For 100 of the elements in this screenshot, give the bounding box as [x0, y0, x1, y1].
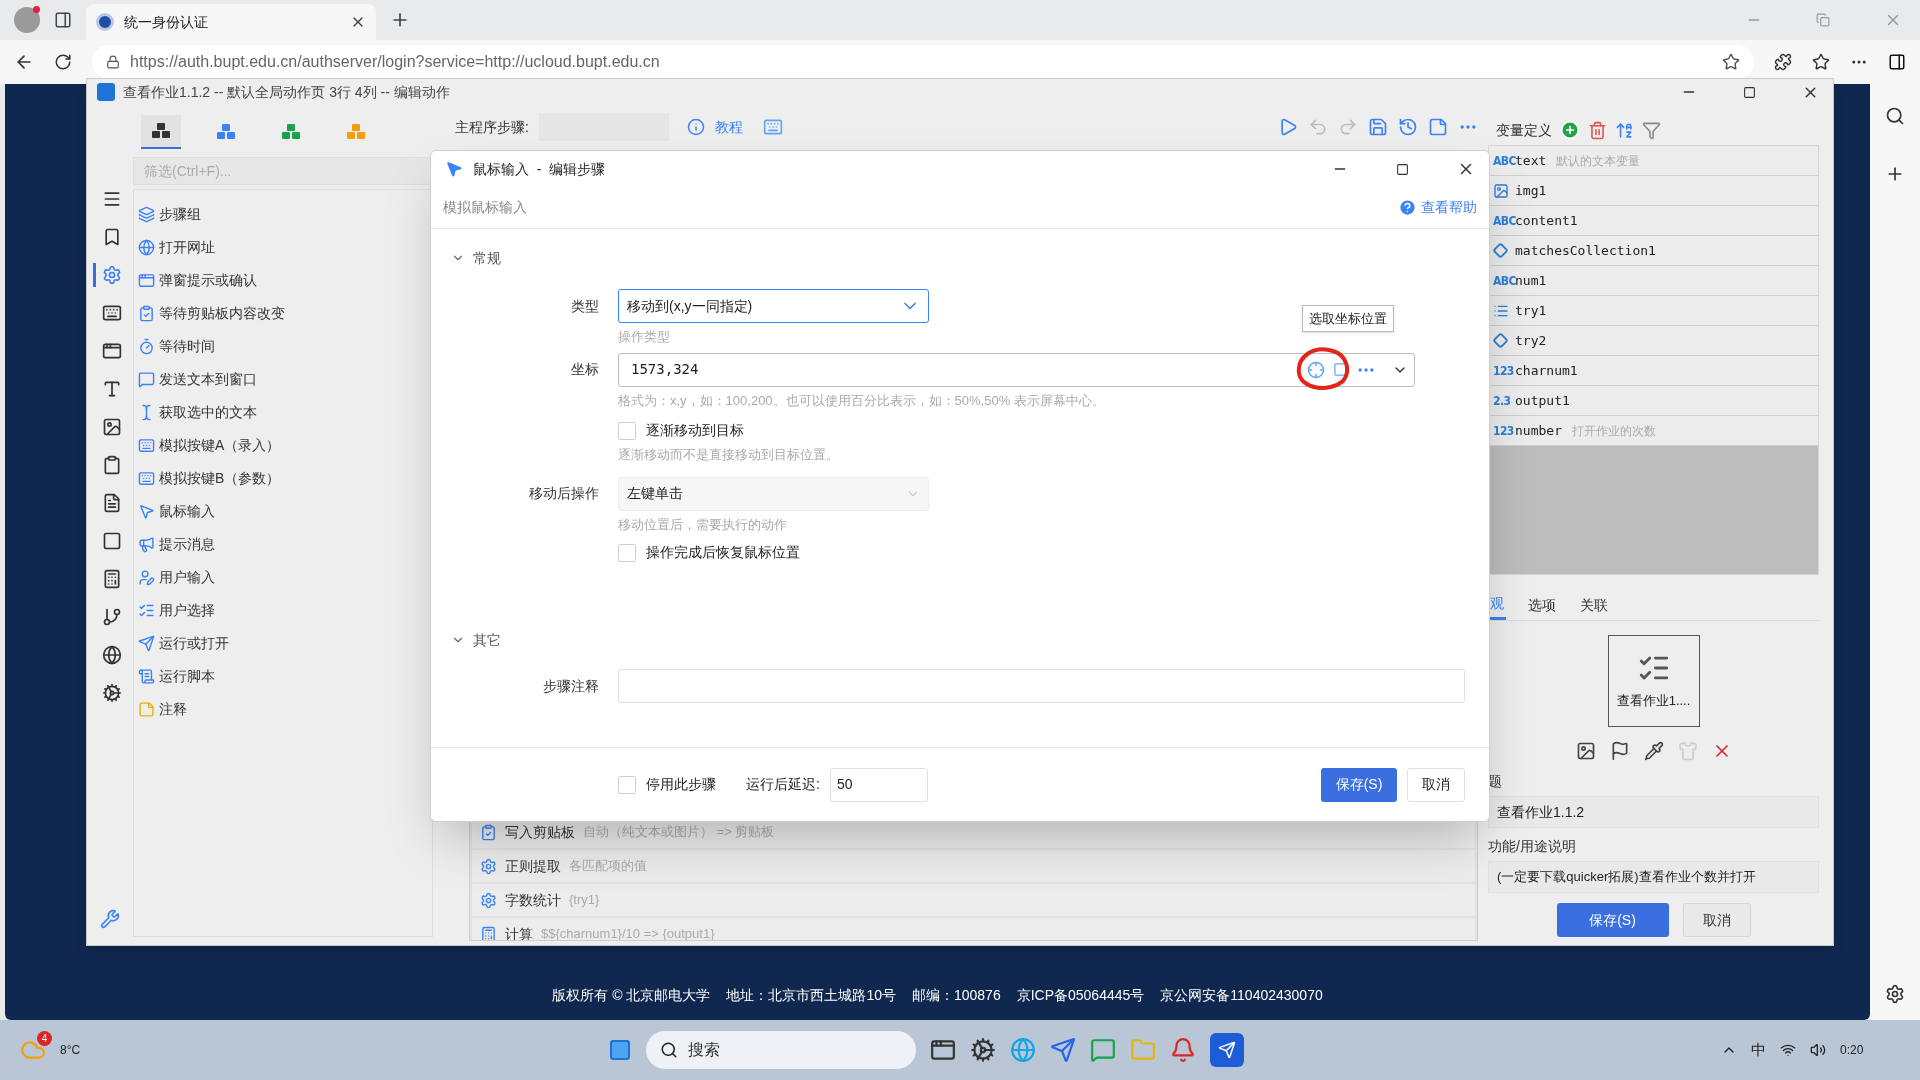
step-type-label: 等待剪贴板内容改变	[159, 304, 285, 323]
step-type-item[interactable]: 用户选择	[138, 594, 432, 627]
variable-row[interactable]: img1	[1489, 176, 1818, 206]
coordinate-field[interactable]: 1573,324	[618, 352, 1415, 387]
action-tile[interactable]: 查看作业1....	[1607, 635, 1700, 727]
step-type-item[interactable]: 模拟按键B（参数）	[138, 462, 432, 495]
settings-icon[interactable]	[1885, 984, 1905, 1004]
wifi-icon[interactable]	[1780, 1042, 1796, 1058]
checkbox[interactable]	[618, 421, 636, 440]
variable-row[interactable]: 2.3 output1	[1489, 386, 1818, 416]
cancel-button[interactable]: 取消	[1407, 767, 1465, 802]
reload-icon[interactable]	[54, 53, 72, 71]
eyedropper-icon[interactable]	[1643, 741, 1664, 761]
field-label: 步骤注释	[542, 676, 599, 696]
checkbox[interactable]	[618, 775, 636, 794]
clipboard-icon	[480, 823, 497, 841]
title-field[interactable]: 查看作业1.1.2	[1488, 796, 1819, 828]
step-type-item[interactable]: 模拟按键A（录入）	[138, 429, 432, 462]
taskbar-search[interactable]: 搜索	[646, 1031, 917, 1069]
image-icon[interactable]	[1575, 741, 1596, 761]
variable-row[interactable]: ABCcontent1	[1489, 206, 1818, 236]
checkbox-label: 逐渐移动到目标	[646, 421, 744, 440]
tab[interactable]: 关联	[1578, 590, 1610, 620]
description-field[interactable]: (一定要下载quicker拓展)查看作业个数并打开	[1488, 861, 1819, 893]
variable-row[interactable]: 123number 打开作业的次数	[1489, 416, 1818, 446]
step-type-item[interactable]: 打开网址	[138, 231, 432, 264]
step-type-item[interactable]: 步骤组	[138, 198, 432, 231]
delay-field[interactable]: 50	[829, 767, 928, 802]
variable-row[interactable]: 123charnum1	[1489, 356, 1818, 386]
step-type-label: 发送文本到窗口	[159, 370, 257, 389]
step-row[interactable]: 字数统计 {try1}	[472, 884, 1475, 916]
type-dropdown[interactable]: 移动到(x,y一同指定)	[618, 289, 929, 323]
sort-icon[interactable]	[1615, 120, 1634, 140]
user-icon	[138, 569, 155, 586]
favorite-icon[interactable]	[1722, 53, 1740, 71]
address-bar[interactable]: https://auth.bupt.edu.cn/authserver/login?service=http://ucloud.bupt.edu.cn	[92, 45, 1754, 79]
extensions-icon[interactable]	[1774, 53, 1792, 71]
step-type-item[interactable]: 等待时间	[138, 330, 432, 363]
help-link[interactable]: 查看帮助	[1421, 197, 1477, 218]
profile-avatar[interactable]	[14, 7, 40, 33]
search-icon[interactable]	[1885, 106, 1905, 126]
tab-actions-icon[interactable]	[54, 11, 72, 29]
tab[interactable]: 选项	[1526, 590, 1558, 620]
step-type-item[interactable]: 弹窗提示或确认	[138, 264, 432, 297]
taskbar-app-icon[interactable]	[970, 1037, 997, 1063]
step-type-item[interactable]: 注释	[138, 693, 432, 726]
save-icon[interactable]	[1368, 117, 1388, 137]
step-type-item[interactable]: 运行脚本	[138, 660, 432, 693]
step-type-item[interactable]: 发送文本到窗口	[138, 363, 432, 396]
ime-indicator[interactable]: 中	[1751, 1038, 1766, 1062]
variable-name: output1	[1515, 391, 1570, 410]
checkbox[interactable]	[618, 543, 636, 562]
save-button[interactable]: 保存(S)	[1556, 903, 1669, 937]
variable-note: 打开作业的次数	[1571, 422, 1656, 440]
favorites-icon[interactable]	[1812, 53, 1830, 71]
sidebar-icon[interactable]	[1888, 53, 1906, 71]
step-type-item[interactable]: 鼠标输入	[138, 495, 432, 528]
variable-row[interactable]: ABCtext 默认的文本变量	[1489, 146, 1818, 176]
tab-title: 统一身份认证	[124, 12, 209, 32]
filter-icon[interactable]	[1642, 120, 1661, 140]
variable-row[interactable]: ABCnum1	[1489, 266, 1818, 296]
note-icon[interactable]	[1428, 117, 1448, 137]
variable-row[interactable]: matchesCollection1	[1489, 236, 1818, 266]
step-type-item[interactable]: 运行或打开	[138, 627, 432, 660]
step-type-item[interactable]: 提示消息	[138, 528, 432, 561]
timer-icon	[138, 338, 155, 355]
step-type-label: 弹窗提示或确认	[159, 271, 257, 290]
action-dropdown[interactable]: 左键单击	[618, 476, 929, 511]
step-type-item[interactable]: 获取选中的文本	[138, 396, 432, 429]
step-type-item[interactable]: 用户输入	[138, 561, 432, 594]
wrench-icon[interactable]	[100, 909, 120, 929]
history-icon[interactable]	[1398, 117, 1418, 137]
taskbar-app-icon[interactable]	[930, 1037, 957, 1063]
variable-row[interactable]: try1	[1489, 296, 1818, 326]
gear-icon	[480, 891, 497, 909]
step-row[interactable]: 正则提取 各匹配项的值	[472, 850, 1475, 882]
window-icon	[101, 341, 122, 361]
start-icon[interactable]	[608, 1038, 633, 1062]
branch-icon	[101, 607, 122, 627]
cancel-button[interactable]: 取消	[1682, 903, 1751, 937]
crosshair-icon[interactable]	[1307, 360, 1325, 379]
maximize-icon[interactable]	[1743, 85, 1756, 99]
maximize-icon[interactable]	[1396, 162, 1409, 176]
site-logo-icon	[96, 13, 114, 31]
run-icon[interactable]	[1278, 117, 1298, 137]
save-button[interactable]: 保存(S)	[1321, 767, 1397, 802]
clock-text[interactable]: 0:20	[1840, 1041, 1900, 1059]
variable-row[interactable]: try2	[1489, 326, 1818, 356]
gear-icon	[480, 857, 497, 875]
step-type-item[interactable]: 等待剪贴板内容改变	[138, 297, 432, 330]
panel-tab[interactable]	[141, 115, 181, 149]
taskbar-app-icon[interactable]	[1210, 1033, 1245, 1067]
volume-icon[interactable]	[1810, 1042, 1826, 1058]
section-title: 常规	[473, 248, 501, 268]
field-label: 移动后操作	[528, 484, 599, 503]
delete-icon[interactable]	[1588, 120, 1607, 140]
dropdown-value: 移动到(x,y一同指定)	[627, 296, 753, 316]
browser-tab[interactable]: 统一身份认证	[86, 4, 376, 40]
note-field[interactable]	[618, 669, 1465, 703]
add-icon[interactable]	[1560, 120, 1580, 140]
